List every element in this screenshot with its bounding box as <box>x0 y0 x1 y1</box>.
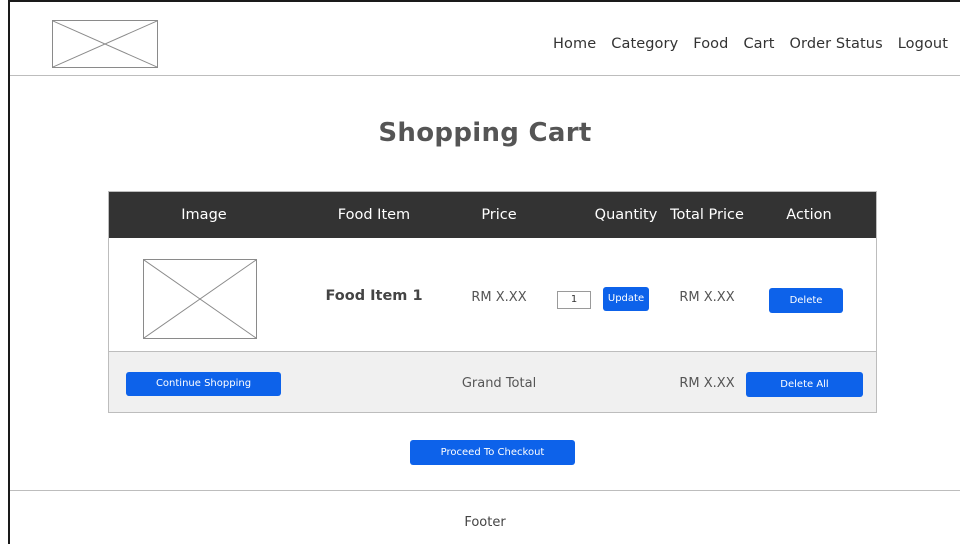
item-total-price: RM X.XX <box>679 290 735 305</box>
logo-placeholder[interactable] <box>52 20 158 68</box>
column-header-food-item: Food Item <box>337 207 411 223</box>
app-frame: Home Category Food Cart Order Status Log… <box>8 0 960 544</box>
cart-table: Image Food Item Price Quantity Total Pri… <box>108 191 877 413</box>
table-footer-row: Continue Shopping Grand Total RM X.XX De… <box>109 352 876 412</box>
footer-text: Footer <box>464 515 506 530</box>
footer-divider <box>10 490 960 491</box>
continue-shopping-button[interactable]: Continue Shopping <box>126 372 281 396</box>
table-row: Food Item 1 RM X.XX 1 Update RM X.XX Del… <box>109 238 876 352</box>
update-button[interactable]: Update <box>603 287 649 311</box>
proceed-to-checkout-button[interactable]: Proceed To Checkout <box>410 440 575 465</box>
nav-home[interactable]: Home <box>553 36 596 52</box>
column-header-action: Action <box>786 207 832 223</box>
food-item-name: Food Item 1 <box>325 288 423 304</box>
quantity-input[interactable]: 1 <box>557 291 591 309</box>
main-nav: Home Category Food Cart Order Status Log… <box>538 36 948 52</box>
column-header-price: Price <box>481 207 517 223</box>
delete-all-button[interactable]: Delete All <box>746 372 863 397</box>
column-header-total-price: Total Price <box>670 207 744 223</box>
image-placeholder-icon <box>144 260 256 338</box>
table-header: Image Food Item Price Quantity Total Pri… <box>109 192 876 238</box>
grand-total-label: Grand Total <box>461 376 537 391</box>
nav-cart[interactable]: Cart <box>743 36 774 52</box>
nav-category[interactable]: Category <box>611 36 678 52</box>
delete-button[interactable]: Delete <box>769 288 843 313</box>
item-price: RM X.XX <box>471 290 527 305</box>
image-placeholder-icon <box>53 21 157 67</box>
nav-food[interactable]: Food <box>693 36 728 52</box>
food-image <box>143 259 257 339</box>
grand-total-value: RM X.XX <box>679 376 735 391</box>
nav-logout[interactable]: Logout <box>898 36 948 52</box>
page-title: Shopping Cart <box>378 118 592 148</box>
site-header: Home Category Food Cart Order Status Log… <box>10 2 960 76</box>
nav-order-status[interactable]: Order Status <box>790 36 883 52</box>
column-header-image: Image <box>181 207 227 223</box>
